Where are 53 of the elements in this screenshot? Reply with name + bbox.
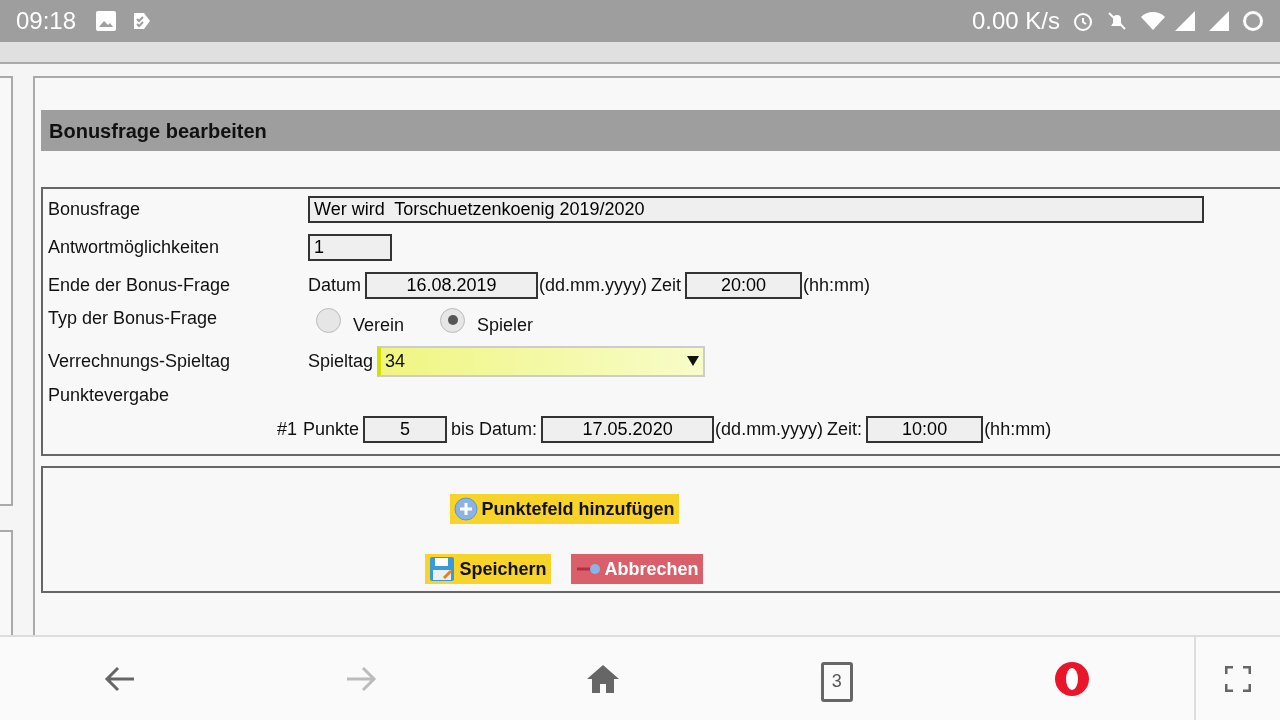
date-input[interactable]: 17.05.2020: [541, 415, 715, 443]
battery-ring-icon: [1242, 10, 1264, 32]
signal-icon: [1174, 10, 1196, 32]
back-arrow-icon: [104, 664, 137, 693]
alarm-icon: [1072, 10, 1094, 32]
add-points-field-button[interactable]: Punktefeld hinzufügen: [449, 494, 679, 524]
format-hint: (dd.mm.yyyy): [539, 273, 647, 297]
cancel-button[interactable]: Abbrechen: [570, 554, 703, 584]
wifi-icon: [1140, 11, 1166, 31]
time-input[interactable]: 20:00: [685, 271, 803, 299]
page-heading: Bonusfrage bearbeiten: [49, 118, 267, 144]
save-button[interactable]: Speichern: [425, 554, 551, 584]
plus-circle-icon: [453, 497, 478, 521]
checklist-icon: [132, 11, 153, 31]
status-time: 09:18: [16, 6, 77, 36]
format-hint: (hh:mm): [803, 273, 871, 297]
field-label: Punktevergabe: [48, 383, 170, 407]
bell-muted-icon: [1106, 10, 1128, 32]
date-label: Datum: [308, 273, 361, 297]
radio-label: Verein: [353, 313, 405, 337]
time-label: Zeit: [651, 273, 682, 297]
question-input[interactable]: Wer wird Torschuetzenkoenig 2019/2020: [308, 195, 1204, 223]
dropdown-arrow-icon: [687, 356, 700, 366]
o-logo-icon: [1053, 660, 1090, 697]
exit-arrow-icon: [574, 562, 601, 576]
field-label: Bonusfrage: [48, 197, 142, 221]
row-number: #1: [277, 417, 298, 441]
format-hint: (dd.mm.yyyy): [715, 417, 824, 441]
points-label: Punkte: [303, 417, 360, 441]
date-input[interactable]: 16.08.2019: [365, 271, 538, 299]
tabs-button[interactable]: 3: [820, 661, 853, 702]
fullscreen-icon: [1225, 665, 1251, 692]
radio-label: Spieler: [477, 313, 534, 337]
field-label: Typ der Bonus-Frage: [48, 307, 219, 330]
radio-button[interactable]: [316, 307, 341, 333]
signal-icon: [1208, 10, 1230, 32]
time-label: Zeit:: [827, 417, 863, 441]
date-label: bis Datum:: [451, 417, 538, 441]
radio-button[interactable]: [440, 307, 466, 333]
points-input[interactable]: 5: [363, 415, 448, 443]
forward-arrow-icon: [345, 664, 378, 693]
field-label: Ende der Bonus-Frage: [48, 273, 232, 297]
format-hint: (hh:mm): [984, 417, 1052, 441]
time-input[interactable]: 10:00: [866, 415, 984, 443]
network-speed: 0.00 K/s: [971, 6, 1060, 36]
field-label: Verrechnungs-Spieltag: [48, 349, 232, 373]
select-label: Spieltag: [308, 349, 374, 373]
matchday-select[interactable]: 34: [377, 345, 706, 377]
image-icon: [96, 11, 117, 31]
field-label: Antwortmöglichkeiten: [48, 235, 221, 259]
answers-input[interactable]: 1: [308, 233, 392, 261]
fullscreen-button[interactable]: [1225, 665, 1251, 692]
home-icon: [586, 663, 620, 694]
